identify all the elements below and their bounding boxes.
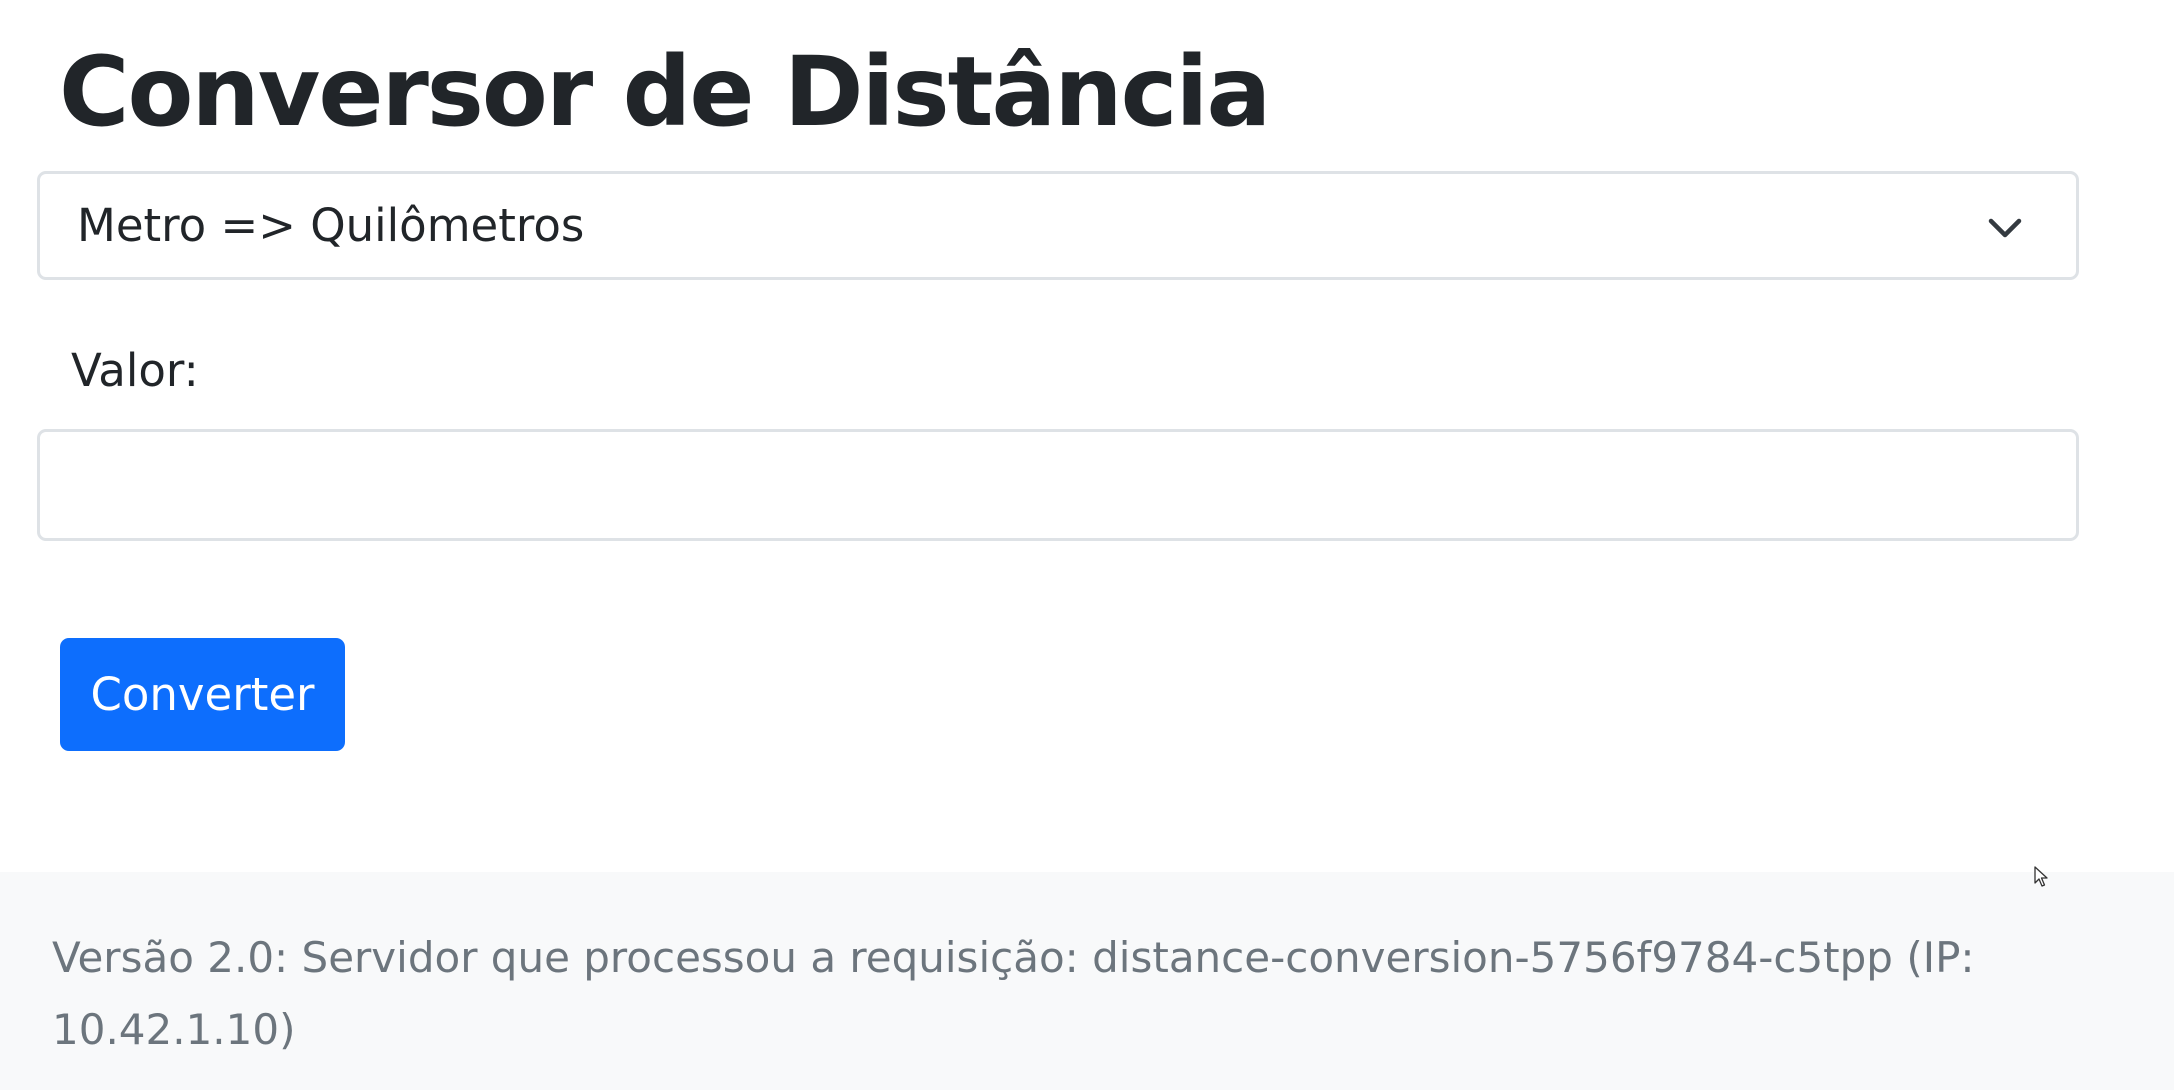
footer-server-info: Versão 2.0: Servidor que processou a req… bbox=[52, 933, 1975, 1054]
conversion-select[interactable]: Metro => Quilômetros bbox=[37, 171, 2079, 280]
page: Conversor de Distância Metro => Quilômet… bbox=[0, 0, 2174, 1090]
value-label: Valor: bbox=[71, 344, 199, 397]
mouse-cursor-icon bbox=[2034, 866, 2048, 887]
value-input[interactable] bbox=[37, 429, 2079, 541]
page-title: Conversor de Distância bbox=[59, 36, 1271, 148]
conversion-select-value: Metro => Quilômetros bbox=[77, 199, 585, 252]
convert-button[interactable]: Converter bbox=[60, 638, 345, 751]
chevron-down-icon bbox=[1988, 218, 2022, 238]
